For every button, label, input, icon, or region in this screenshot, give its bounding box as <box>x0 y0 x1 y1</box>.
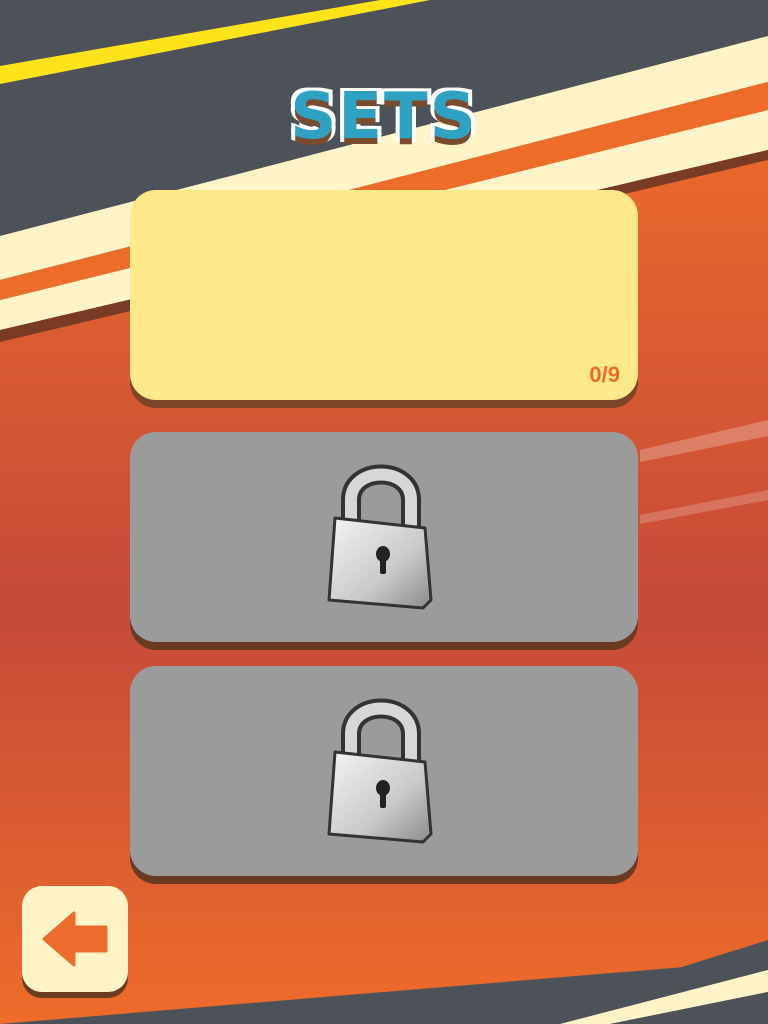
padlock-icon <box>327 698 433 844</box>
back-arrow-icon <box>42 911 108 967</box>
page-title: SETS <box>289 79 478 156</box>
set-progress: 0/9 <box>589 362 620 387</box>
back-button[interactable] <box>22 886 128 992</box>
set-card-2-locked[interactable] <box>130 432 638 642</box>
padlock-icon <box>327 464 433 610</box>
set-card-1[interactable]: 0/9 <box>130 190 638 400</box>
set-card-3-locked[interactable] <box>130 666 638 876</box>
